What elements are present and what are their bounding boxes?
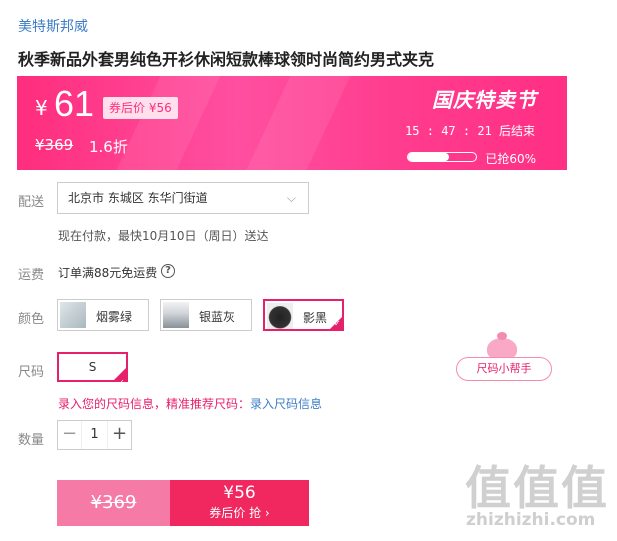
size-info-text: 录入您的尺码信息，精准推荐尺码： bbox=[58, 397, 251, 411]
quantity-label: 数量 bbox=[18, 433, 45, 448]
quantity-value[interactable]: 1 bbox=[82, 427, 107, 442]
store-name[interactable]: 美特斯邦威 bbox=[18, 16, 88, 36]
help-icon[interactable]: ? bbox=[161, 264, 175, 278]
coupon-buy-label: 券后价 抢 › bbox=[209, 506, 270, 520]
sold-percentage: 已抢60% bbox=[485, 152, 536, 166]
countdown-timer: 15 : 47 : 21 后结束 bbox=[405, 124, 535, 138]
quantity-decrement-button[interactable]: − bbox=[58, 421, 82, 449]
color-option-smoke-green[interactable]: 烟雾绿 bbox=[57, 299, 149, 331]
selected-check-icon bbox=[113, 367, 127, 396]
size-option-s[interactable]: S bbox=[57, 352, 128, 396]
watermark-url: zhizhizhi.com bbox=[466, 510, 596, 530]
buy-bar: ¥369 ¥56 券后价 抢 › bbox=[57, 480, 309, 526]
selected-check-icon bbox=[329, 316, 343, 330]
quantity-stepper: − 1 + bbox=[57, 420, 132, 450]
delivery-estimate: 现在付款，最快10月10日（周日）送达 bbox=[58, 229, 269, 243]
quantity-increment-button[interactable]: + bbox=[107, 421, 131, 449]
sold-progress-fill bbox=[408, 153, 449, 161]
color-label: 颜色 bbox=[18, 312, 45, 327]
product-title: 秋季新品外套男纯色开衫休闲短款棒球领时尚简约男式夹克 bbox=[18, 50, 435, 69]
color-option-silver-blue-gray[interactable]: 银蓝灰 bbox=[160, 299, 252, 331]
shipping-fee-label: 运费 bbox=[18, 268, 45, 283]
color-option-label: 烟雾绿 bbox=[96, 310, 133, 324]
size-info-link[interactable]: 录入尺码信息 bbox=[250, 397, 322, 411]
color-option-shadow-black[interactable]: 影黑 bbox=[263, 299, 344, 331]
shipping-fee-text: 订单满88元免运费 bbox=[58, 266, 158, 280]
color-option-label: 影黑 bbox=[303, 311, 328, 325]
size-info-prompt: 录入您的尺码信息，精准推荐尺码：录入尺码信息 bbox=[58, 395, 322, 412]
model-thumbnail bbox=[163, 302, 189, 328]
festival-title: 国庆特卖节 bbox=[432, 88, 537, 112]
banner-decoration bbox=[234, 76, 360, 170]
size-option-label: S bbox=[88, 360, 97, 374]
coupon-price: ¥56 bbox=[223, 483, 256, 503]
after-coupon-badge: 券后价 ¥56 bbox=[103, 97, 178, 119]
original-price-button[interactable]: ¥369 bbox=[57, 480, 170, 526]
discount-rate: 1.6折 bbox=[89, 138, 128, 156]
jacket-thumbnail bbox=[60, 302, 86, 328]
original-price: ¥369 bbox=[35, 136, 74, 154]
coupon-buy-button[interactable]: ¥56 券后价 抢 › bbox=[170, 480, 309, 526]
promo-price: 61 bbox=[54, 83, 95, 124]
chevron-down-icon: ⌵ bbox=[286, 191, 296, 205]
address-value: 北京市 东城区 东华门街道 bbox=[68, 191, 208, 205]
address-select[interactable]: 北京市 东城区 东华门街道 ⌵ bbox=[57, 182, 309, 214]
currency-symbol: ¥ bbox=[35, 96, 48, 120]
color-option-label: 银蓝灰 bbox=[199, 310, 236, 324]
promo-banner: ¥ 61 券后价 ¥56 ¥369 1.6折 国庆特卖节 15 : 47 : 2… bbox=[17, 76, 567, 170]
jacket-thumbnail bbox=[267, 303, 293, 329]
shipping-label: 配送 bbox=[18, 195, 45, 210]
size-helper-button[interactable]: 尺码小帮手 bbox=[456, 357, 552, 381]
sold-progress-bar bbox=[407, 152, 477, 162]
watermark-logo: 值值值 bbox=[465, 461, 609, 515]
size-label: 尺码 bbox=[18, 365, 45, 380]
